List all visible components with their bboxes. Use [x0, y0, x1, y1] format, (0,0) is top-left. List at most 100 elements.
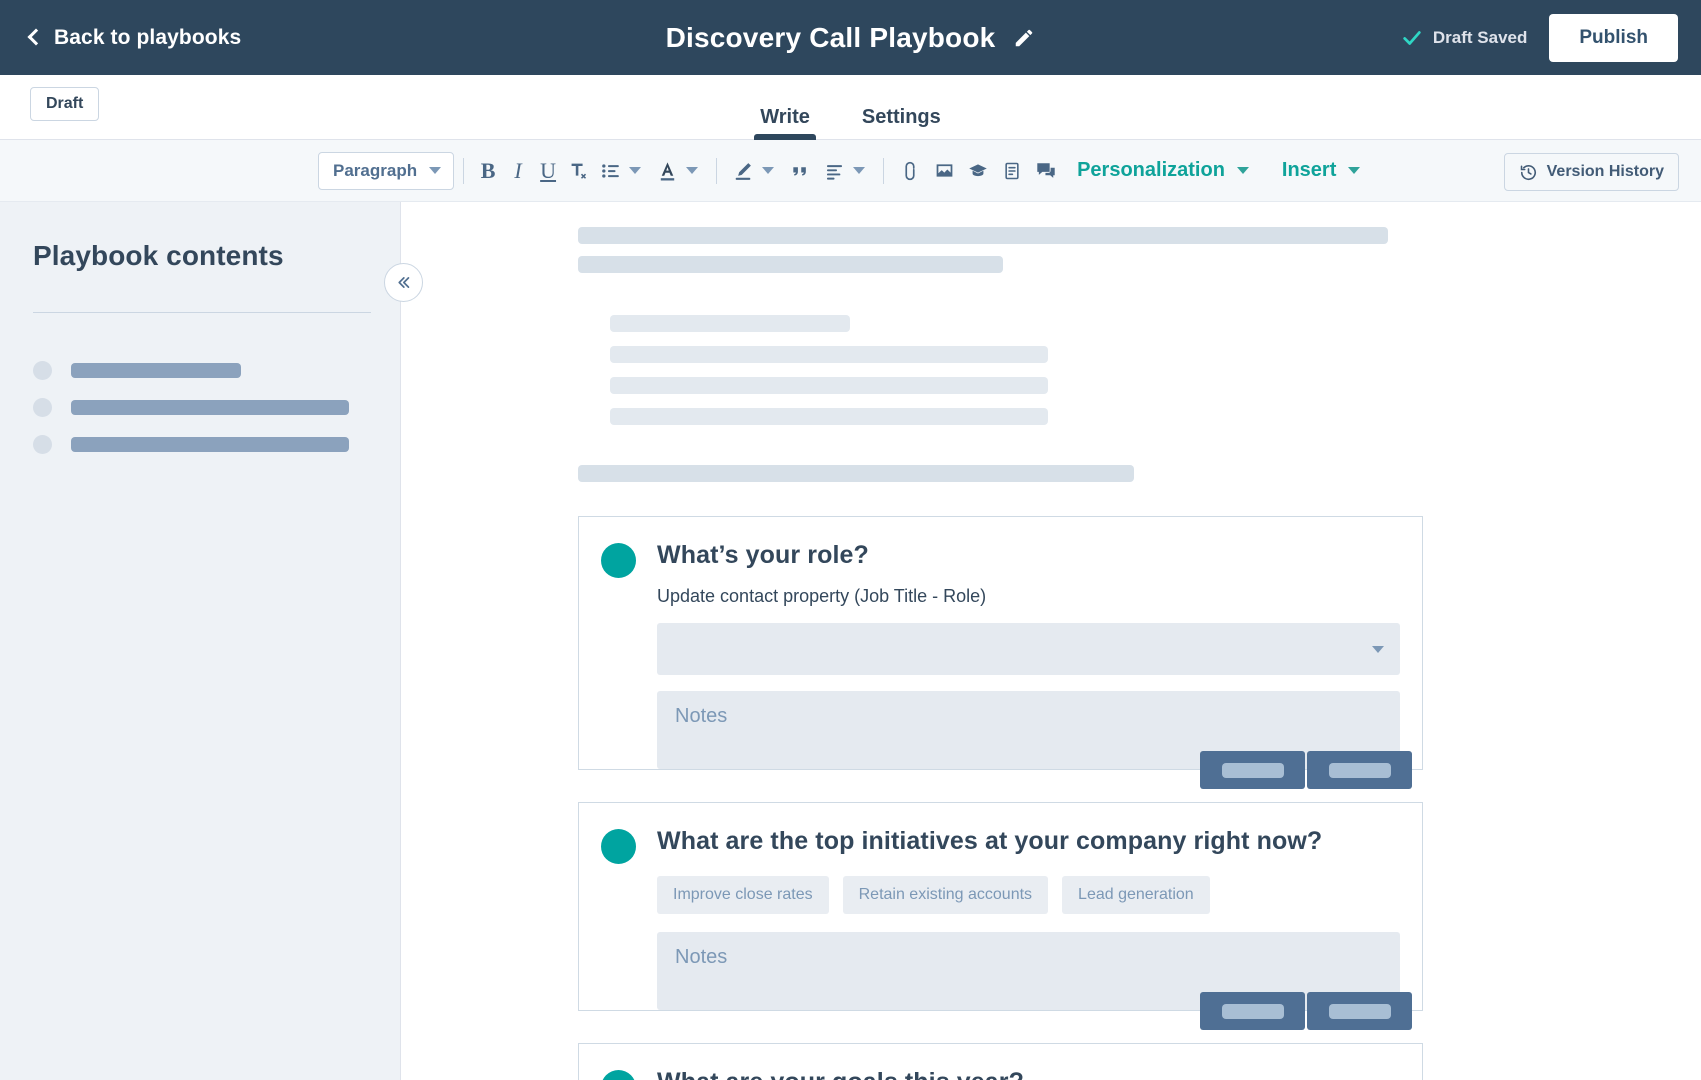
content-placeholder-line: [578, 227, 1388, 244]
content-placeholder-line: [610, 346, 1048, 363]
question-title: What are the top initiatives at your com…: [657, 827, 1323, 855]
bold-icon[interactable]: B: [473, 154, 503, 188]
question-title: What are your goals this year?: [657, 1068, 1024, 1080]
back-to-playbooks-label: Back to playbooks: [54, 25, 242, 49]
list-item-placeholder: [71, 363, 241, 378]
sidebar-title: Playbook contents: [33, 240, 284, 271]
font-color-icon[interactable]: [650, 154, 684, 188]
tab-write[interactable]: Write: [754, 106, 816, 140]
action-primary-button[interactable]: [1200, 992, 1305, 1030]
action-label-placeholder: [1221, 1003, 1284, 1019]
question-header: What’s your role?: [579, 541, 1422, 578]
content-placeholder-line: [610, 377, 1048, 394]
list-options-chevron-down-icon[interactable]: [629, 167, 642, 174]
toolbar-divider: [883, 157, 885, 184]
draft-saved-status: Draft Saved: [1401, 27, 1527, 49]
block-format-select[interactable]: Paragraph: [318, 151, 455, 190]
editor-toolbar: Paragraph B I U Personalization Insert V…: [0, 140, 1701, 202]
snippet-chat-icon[interactable]: [1029, 154, 1063, 188]
link-icon[interactable]: [893, 154, 927, 188]
question-bullet-icon: [601, 543, 636, 578]
draft-saved-label: Draft Saved: [1432, 27, 1528, 47]
document-canvas[interactable]: What’s your role? Update contact propert…: [400, 202, 1701, 1080]
clear-formatting-icon[interactable]: [563, 154, 593, 188]
question-card[interactable]: What’s your role? Update contact propert…: [578, 516, 1423, 789]
graduation-cap-icon[interactable]: [961, 154, 995, 188]
action-label-placeholder: [1328, 1003, 1391, 1019]
playbook-contents-sidebar: Playbook contents: [0, 202, 423, 1080]
align-left-icon[interactable]: [817, 154, 851, 188]
history-clock-icon: [1520, 164, 1536, 180]
content-placeholder-line: [610, 315, 850, 332]
chevron-down-icon: [429, 167, 442, 174]
toolbar-divider: [463, 157, 465, 184]
personalization-chevron-down-icon[interactable]: [1236, 167, 1249, 174]
list-item[interactable]: [33, 398, 365, 417]
insert-chevron-down-icon[interactable]: [1348, 167, 1361, 174]
editor-tabs: Write Settings: [0, 75, 1701, 140]
action-secondary-button[interactable]: [1307, 751, 1412, 789]
bullet-icon: [33, 361, 52, 380]
answer-chip[interactable]: Retain existing accounts: [842, 876, 1049, 914]
question-header: What are the top initiatives at your com…: [579, 827, 1422, 864]
double-chevron-left-icon[interactable]: [384, 263, 423, 302]
answer-chip[interactable]: Lead generation: [1062, 876, 1210, 914]
version-history-label: Version History: [1546, 163, 1664, 180]
question-card-actions: [1200, 992, 1412, 1030]
answer-chips: Improve close rates Retain existing acco…: [657, 876, 1422, 914]
document-icon[interactable]: [995, 154, 1029, 188]
chevron-down-icon: [1372, 645, 1384, 653]
back-to-playbooks-link[interactable]: Back to playbooks: [27, 25, 242, 50]
image-icon[interactable]: [927, 154, 961, 188]
bullet-icon: [33, 398, 52, 417]
pencil-icon[interactable]: [1013, 27, 1035, 49]
personalization-menu[interactable]: Personalization: [1077, 159, 1225, 182]
align-chevron-down-icon[interactable]: [853, 167, 866, 174]
italic-icon[interactable]: I: [503, 154, 533, 188]
question-card-actions: [1200, 751, 1412, 789]
highlight-chevron-down-icon[interactable]: [762, 167, 775, 174]
page-title: Discovery Call Playbook: [665, 21, 996, 53]
top-header: Back to playbooks Discovery Call Playboo…: [0, 0, 1701, 75]
list-item[interactable]: [33, 435, 365, 454]
question-card[interactable]: What are your goals this year?: [578, 1043, 1423, 1080]
question-subtitle: Update contact property (Job Title - Rol…: [657, 586, 987, 606]
bullet-icon: [33, 435, 52, 454]
header-actions: Draft Saved Publish: [1401, 0, 1701, 75]
editor-body: Playbook contents What’s your role? Upda…: [0, 202, 1701, 1080]
sub-header: Draft Write Settings: [0, 75, 1701, 140]
question-bullet-icon: [601, 1070, 636, 1080]
tab-settings[interactable]: Settings: [862, 106, 941, 140]
list-item-placeholder: [71, 437, 349, 452]
chevron-left-icon: [27, 28, 45, 46]
action-primary-button[interactable]: [1200, 751, 1305, 789]
blockquote-icon[interactable]: [783, 154, 817, 188]
action-label-placeholder: [1221, 762, 1284, 778]
content-placeholder-line: [578, 465, 1134, 482]
list-item[interactable]: [33, 361, 365, 380]
content-placeholder-block: [578, 227, 1701, 482]
underline-icon[interactable]: U: [533, 154, 563, 188]
check-icon: [1403, 30, 1421, 45]
block-format-value: Paragraph: [333, 160, 418, 180]
list-item-placeholder: [71, 400, 349, 415]
publish-button[interactable]: Publish: [1549, 13, 1678, 62]
answer-chip[interactable]: Improve close rates: [657, 876, 829, 914]
question-header: What are your goals this year?: [579, 1068, 1422, 1080]
content-placeholder-line: [610, 408, 1048, 425]
bulleted-list-icon[interactable]: [593, 154, 627, 188]
sidebar-divider: [33, 312, 371, 313]
font-color-chevron-down-icon[interactable]: [686, 167, 699, 174]
version-history-button[interactable]: Version History: [1503, 153, 1679, 191]
playbook-contents-list: [33, 361, 365, 454]
highlighter-icon[interactable]: [726, 154, 760, 188]
question-card[interactable]: What are the top initiatives at your com…: [578, 802, 1423, 1030]
toolbar-divider: [716, 157, 718, 184]
contact-property-select[interactable]: [657, 623, 1400, 675]
question-bullet-icon: [601, 829, 636, 864]
action-label-placeholder: [1328, 762, 1391, 778]
content-placeholder-line: [578, 256, 1003, 273]
question-title: What’s your role?: [657, 541, 869, 569]
action-secondary-button[interactable]: [1307, 992, 1412, 1030]
insert-menu[interactable]: Insert: [1282, 159, 1336, 182]
